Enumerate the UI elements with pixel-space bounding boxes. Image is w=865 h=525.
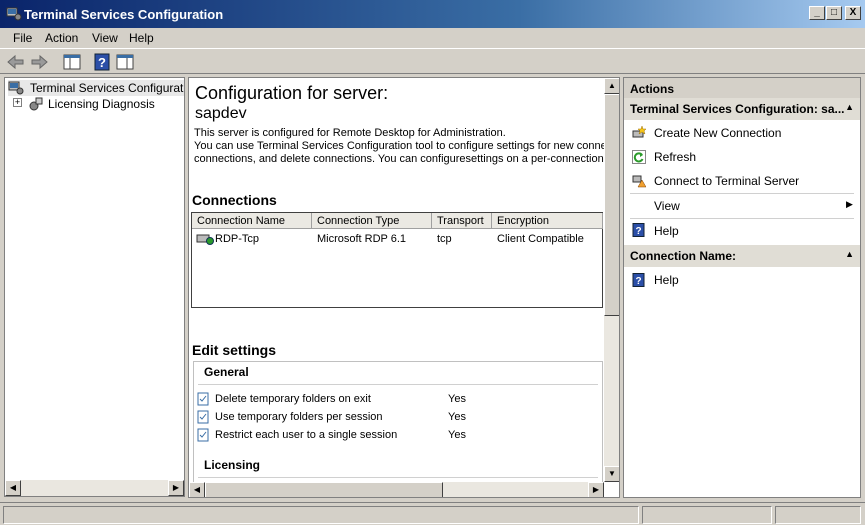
scroll-left-icon[interactable]: ◀ xyxy=(5,480,21,496)
terminal-services-icon xyxy=(6,7,22,21)
status-cell-main xyxy=(3,506,639,524)
menu-help[interactable]: Help xyxy=(129,31,154,45)
setting-page-icon xyxy=(197,428,211,442)
close-button[interactable]: X xyxy=(845,6,861,20)
actions-group-terminal-services[interactable]: Terminal Services Configuration: sa... ▲ xyxy=(624,98,860,120)
divider xyxy=(198,384,598,385)
licensing-title: Licensing xyxy=(204,458,261,472)
collapse-icon[interactable]: ▲ xyxy=(845,102,854,112)
menu-bar: File Action View Help xyxy=(0,28,865,48)
setting-page-icon xyxy=(197,410,211,424)
page-title: Configuration for server: xyxy=(195,83,389,103)
help-icon: ? xyxy=(632,223,645,237)
scroll-up-icon[interactable]: ▲ xyxy=(604,78,619,94)
refresh-icon xyxy=(632,150,646,164)
svg-text:?: ? xyxy=(635,276,641,287)
show-hide-action-pane-icon[interactable] xyxy=(115,52,135,72)
actions-header: Actions xyxy=(624,78,860,100)
menu-action[interactable]: Action xyxy=(45,31,78,45)
setting-value: Yes xyxy=(448,393,466,405)
connect-server-icon xyxy=(632,175,646,188)
tree-horizontal-scrollbar[interactable]: ◀ ▶ xyxy=(5,480,184,496)
scroll-thumb[interactable] xyxy=(604,94,619,316)
setting-page-icon xyxy=(197,392,211,406)
actions-pane: Actions Terminal Services Configuration:… xyxy=(623,77,861,498)
console-tree: Terminal Services Configuration: + Licen… xyxy=(4,77,185,497)
action-label: Refresh xyxy=(654,150,697,164)
back-icon[interactable] xyxy=(6,52,26,72)
divider xyxy=(630,218,854,219)
column-transport[interactable]: Transport xyxy=(432,213,492,229)
rdp-connection-icon xyxy=(196,234,214,245)
licensing-diagnosis-icon xyxy=(29,97,43,111)
setting-value: Yes xyxy=(448,429,466,441)
edit-settings-title: Edit settings xyxy=(192,342,277,358)
results-vertical-scrollbar[interactable]: ▲ ▼ xyxy=(604,78,619,482)
settings-box: General Delete temporary folders on exit… xyxy=(193,361,603,497)
group-title: Connection Name: xyxy=(630,249,737,263)
setting-label: Delete temporary folders on exit xyxy=(215,393,371,405)
window-title: Terminal Services Configuration xyxy=(24,7,224,22)
action-label: Connect to Terminal Server xyxy=(654,174,800,188)
action-label: Help xyxy=(654,273,679,287)
scroll-right-icon[interactable]: ▶ xyxy=(588,482,604,497)
forward-icon[interactable] xyxy=(29,52,49,72)
group-title: Terminal Services Configuration: sa... xyxy=(630,102,845,116)
maximize-button[interactable]: □ xyxy=(826,6,842,20)
scroll-left-icon[interactable]: ◀ xyxy=(189,482,205,497)
setting-value: Yes xyxy=(448,411,466,423)
svg-text:?: ? xyxy=(635,226,641,237)
server-name: sapdev xyxy=(195,105,247,122)
show-hide-console-tree-icon[interactable] xyxy=(62,52,82,72)
tree-item-label: Licensing Diagnosis xyxy=(48,97,155,111)
minimize-button[interactable]: _ xyxy=(809,6,825,20)
results-pane: Configuration for server: sapdev This se… xyxy=(188,77,620,498)
expand-icon[interactable]: + xyxy=(13,98,22,107)
actions-group-connection-name[interactable]: Connection Name: ▲ xyxy=(624,245,860,267)
description-line-2: You can use Terminal Services Configurat… xyxy=(194,140,616,152)
divider xyxy=(198,477,598,478)
results-horizontal-scrollbar[interactable]: ◀ ▶ xyxy=(189,482,604,497)
cell-connection-name: RDP-Tcp xyxy=(215,233,260,245)
action-label: Help xyxy=(654,224,679,238)
svg-text:?: ? xyxy=(98,55,106,70)
collapse-icon[interactable]: ▲ xyxy=(845,249,854,259)
create-connection-icon xyxy=(632,125,646,138)
general-title: General xyxy=(204,365,249,379)
cell-encryption: Client Compatible xyxy=(497,233,584,245)
tree-root-label: Terminal Services Configuration: xyxy=(30,81,184,95)
column-connection-type[interactable]: Connection Type xyxy=(312,213,432,229)
cell-connection-type: Microsoft RDP 6.1 xyxy=(317,233,407,245)
connections-list: Connection Name Connection Type Transpor… xyxy=(191,212,603,308)
status-bar xyxy=(0,502,865,525)
setting-label: Use temporary folders per session xyxy=(215,411,383,423)
toolbar: ? xyxy=(0,48,865,74)
submenu-arrow-icon: ▶ xyxy=(846,199,853,209)
cell-transport: tcp xyxy=(437,233,452,245)
status-cell-2 xyxy=(642,506,772,524)
column-encryption[interactable]: Encryption xyxy=(492,213,603,229)
action-label: View xyxy=(654,199,680,213)
scroll-right-icon[interactable]: ▶ xyxy=(168,480,184,496)
description-line-3: connections, and delete connections. You… xyxy=(194,153,613,165)
description-line-1: This server is configured for Remote Des… xyxy=(194,127,506,139)
scroll-thumb[interactable] xyxy=(205,482,443,497)
scroll-down-icon[interactable]: ▼ xyxy=(604,466,619,482)
menu-file[interactable]: File xyxy=(13,31,32,45)
help-icon[interactable]: ? xyxy=(92,52,112,72)
help-icon: ? xyxy=(632,273,645,287)
tree-root[interactable]: Terminal Services Configuration: xyxy=(8,80,184,96)
action-label: Create New Connection xyxy=(654,126,782,140)
menu-view[interactable]: View xyxy=(92,31,118,45)
status-cell-3 xyxy=(775,506,861,524)
tree-item-licensing-diagnosis[interactable]: + Licensing Diagnosis xyxy=(13,96,183,112)
title-bar: Terminal Services Configuration _ □ X xyxy=(0,0,865,28)
terminal-services-icon xyxy=(8,81,24,95)
setting-label: Restrict each user to a single session xyxy=(215,429,398,441)
divider xyxy=(630,193,854,194)
column-connection-name[interactable]: Connection Name xyxy=(192,213,312,229)
connections-title: Connections xyxy=(192,192,277,208)
